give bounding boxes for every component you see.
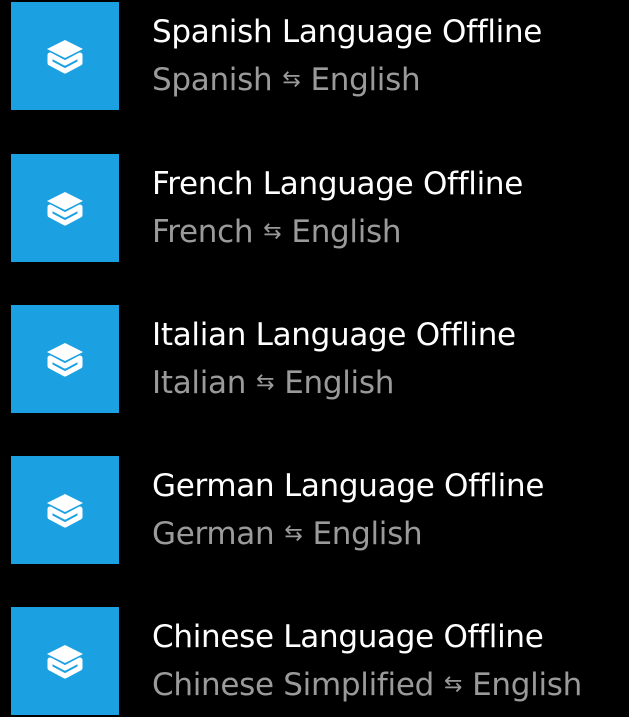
source-language: Chinese Simplified <box>152 667 434 703</box>
item-subtitle: Chinese Simplified ⇆ English <box>152 667 582 703</box>
source-language: German <box>152 516 275 552</box>
swap-arrows-icon: ⇆ <box>282 67 301 92</box>
item-text: German Language Offline German ⇆ English <box>152 456 544 552</box>
target-language: English <box>310 62 421 98</box>
language-pack-list: Spanish Language Offline Spanish ⇆ Engli… <box>0 0 629 715</box>
list-item-french[interactable]: French Language Offline French ⇆ English <box>11 154 621 264</box>
item-title: Spanish Language Offline <box>152 14 543 50</box>
book-stack-icon <box>47 343 83 377</box>
book-stack-icon <box>47 192 83 226</box>
app-tile <box>11 305 119 413</box>
book-stack-icon <box>47 494 83 528</box>
swap-arrows-icon: ⇆ <box>443 672 463 697</box>
app-tile <box>11 2 119 110</box>
swap-arrows-icon: ⇆ <box>263 219 282 244</box>
item-title: German Language Offline <box>152 468 545 504</box>
list-item-german[interactable]: German Language Offline German ⇆ English <box>11 456 621 566</box>
app-tile <box>11 154 119 262</box>
source-language: Spanish <box>152 62 273 98</box>
item-title: French Language Offline <box>152 166 524 202</box>
item-text: Spanish Language Offline Spanish ⇆ Engli… <box>152 2 542 98</box>
book-stack-icon <box>47 40 83 74</box>
list-item-italian[interactable]: Italian Language Offline Italian ⇆ Engli… <box>11 305 621 415</box>
item-text: Italian Language Offline Italian ⇆ Engli… <box>152 305 516 401</box>
swap-arrows-icon: ⇆ <box>284 521 303 546</box>
item-subtitle: German ⇆ English <box>152 516 544 552</box>
item-subtitle: Italian ⇆ English <box>152 365 516 401</box>
target-language: English <box>472 667 582 703</box>
item-title: Italian Language Offline <box>152 317 516 353</box>
item-text: French Language Offline French ⇆ English <box>152 154 523 250</box>
target-language: English <box>284 365 395 401</box>
target-language: English <box>291 214 402 250</box>
source-language: Italian <box>152 365 247 401</box>
swap-arrows-icon: ⇆ <box>256 370 275 395</box>
target-language: English <box>312 516 423 552</box>
list-item-spanish[interactable]: Spanish Language Offline Spanish ⇆ Engli… <box>11 2 621 112</box>
item-subtitle: French ⇆ English <box>152 214 523 250</box>
list-item-chinese[interactable]: Chinese Language Offline Chinese Simplif… <box>11 607 621 717</box>
item-title: Chinese Language Offline <box>152 619 544 655</box>
item-subtitle: Spanish ⇆ English <box>152 62 542 98</box>
item-text: Chinese Language Offline Chinese Simplif… <box>152 607 582 703</box>
app-tile <box>11 456 119 564</box>
app-tile <box>11 607 119 715</box>
book-stack-icon <box>47 645 83 679</box>
source-language: French <box>152 214 254 250</box>
